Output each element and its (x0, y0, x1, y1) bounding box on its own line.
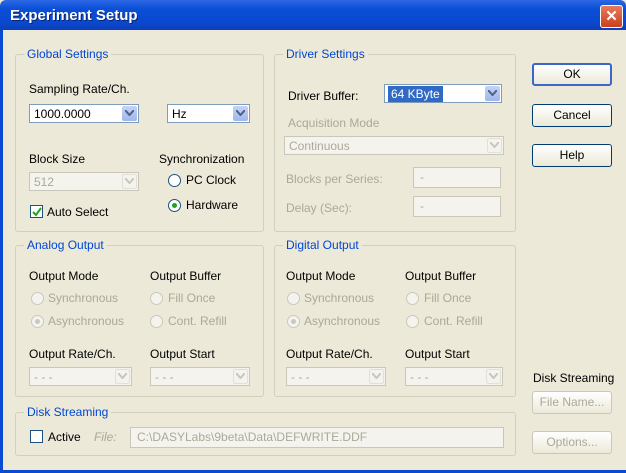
analog-output-buffer-label: Output Buffer (150, 269, 222, 283)
acquisition-mode-combo[interactable]: Continuous (284, 136, 504, 155)
close-icon[interactable]: ✕ (600, 5, 623, 28)
auto-select-label: Auto Select (47, 205, 109, 219)
digital-output-rate-combo[interactable]: - - - (286, 367, 386, 386)
driver-buffer-value: 64 KByte (388, 86, 443, 102)
digital-output-rate-value: - - - (291, 370, 310, 384)
chevron-down-icon (486, 369, 501, 384)
synchronization-label: Synchronization (159, 152, 245, 166)
cancel-button[interactable]: Cancel (532, 104, 612, 127)
hardware-label: Hardware (186, 198, 239, 212)
analog-synchronous-radio[interactable] (31, 292, 44, 305)
chevron-down-icon (369, 369, 384, 384)
analog-output-legend: Analog Output (27, 238, 104, 252)
digital-asynchronous-label: Asynchronous (304, 314, 381, 328)
digital-fill-once-radio[interactable] (406, 292, 419, 305)
analog-output-start-label: Output Start (150, 347, 215, 361)
sampling-rate-combo[interactable]: 1000.0000 (29, 104, 139, 123)
chevron-down-icon (122, 174, 137, 189)
digital-output-rate-label: Output Rate/Ch. (286, 347, 373, 361)
digital-output-start-combo[interactable]: - - - (405, 367, 503, 386)
rate-unit-value: Hz (172, 107, 187, 121)
file-name-button[interactable]: File Name... (532, 391, 612, 414)
file-path-field[interactable]: C:\DASYLabs\9beta\Data\DEFWRITE.DDF (130, 427, 504, 448)
analog-synchronous-label: Synchronous (48, 291, 119, 305)
digital-fill-once-label: Fill Once (424, 291, 472, 305)
digital-cont-refill-label: Cont. Refill (424, 314, 483, 328)
active-checkbox[interactable] (30, 430, 43, 443)
sampling-rate-value: 1000.0000 (34, 107, 91, 121)
driver-buffer-label: Driver Buffer: (288, 89, 359, 103)
options-button[interactable]: Options... (532, 431, 612, 454)
analog-cont-refill-radio[interactable] (150, 315, 163, 328)
digital-synchronous-radio[interactable] (287, 292, 300, 305)
digital-cont-refill-radio[interactable] (406, 315, 419, 328)
acquisition-mode-value: Continuous (289, 139, 350, 153)
analog-output-rate-combo[interactable]: - - - (29, 367, 132, 386)
digital-output-legend: Digital Output (286, 238, 359, 252)
analog-fill-once-label: Fill Once (168, 291, 216, 305)
blocks-per-series-label: Blocks per Series: (286, 172, 383, 186)
analog-output-rate-label: Output Rate/Ch. (29, 347, 116, 361)
driver-buffer-combo[interactable]: 64 KByte (384, 84, 502, 103)
checkmark-icon (32, 207, 42, 217)
digital-synchronous-label: Synchronous (304, 291, 375, 305)
analog-fill-once-radio[interactable] (150, 292, 163, 305)
chevron-down-icon[interactable] (485, 86, 500, 101)
digital-asynchronous-radio[interactable] (287, 315, 300, 328)
analog-asynchronous-label: Asynchronous (48, 314, 125, 328)
disk-streaming-legend: Disk Streaming (27, 405, 109, 419)
pc-clock-label: PC Clock (186, 173, 237, 187)
digital-output-mode-label: Output Mode (286, 269, 356, 283)
chevron-down-icon[interactable] (122, 106, 137, 121)
hardware-radio[interactable] (168, 199, 181, 212)
disk-streaming-side-label: Disk Streaming (533, 371, 615, 385)
analog-asynchronous-radio[interactable] (31, 315, 44, 328)
analog-output-rate-value: - - - (34, 370, 53, 384)
chevron-down-icon (487, 138, 502, 153)
chevron-down-icon[interactable] (233, 106, 248, 121)
delay-field[interactable]: - (413, 196, 501, 217)
pc-clock-radio[interactable] (168, 174, 181, 187)
window-title: Experiment Setup (10, 7, 138, 24)
active-label: Active (48, 430, 81, 444)
file-label: File: (94, 430, 117, 444)
acquisition-mode-label: Acquisition Mode (288, 116, 380, 130)
chevron-down-icon (233, 369, 248, 384)
analog-output-start-combo[interactable]: - - - (150, 367, 250, 386)
digital-output-start-value: - - - (410, 370, 429, 384)
digital-output-start-label: Output Start (405, 347, 470, 361)
block-size-combo[interactable]: 512 (29, 172, 139, 191)
digital-output-buffer-label: Output Buffer (405, 269, 477, 283)
analog-cont-refill-label: Cont. Refill (168, 314, 227, 328)
delay-label: Delay (Sec): (286, 201, 353, 215)
ok-button[interactable]: OK (532, 63, 612, 86)
driver-settings-legend: Driver Settings (286, 47, 365, 61)
block-size-value: 512 (34, 175, 55, 189)
global-settings-legend: Global Settings (27, 47, 109, 61)
analog-output-mode-label: Output Mode (29, 269, 99, 283)
auto-select-checkbox[interactable] (30, 205, 43, 218)
blocks-per-series-field[interactable]: - (413, 167, 501, 188)
block-size-label: Block Size (29, 152, 86, 166)
chevron-down-icon (115, 369, 130, 384)
analog-output-start-value: - - - (155, 370, 174, 384)
rate-unit-combo[interactable]: Hz (167, 104, 250, 123)
help-button[interactable]: Help (532, 144, 612, 167)
sampling-rate-label: Sampling Rate/Ch. (29, 82, 130, 96)
